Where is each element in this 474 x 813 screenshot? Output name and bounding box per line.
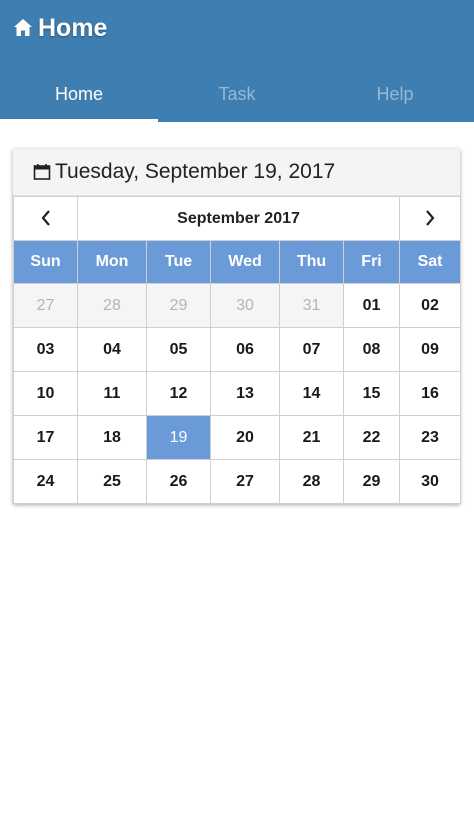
selected-date-heading: Tuesday, September 19, 2017 [55, 160, 336, 183]
day-cell[interactable]: 07 [279, 327, 344, 372]
day-cell[interactable]: 22 [342, 415, 401, 460]
tab-task[interactable]: Task [158, 66, 316, 122]
day-cell[interactable]: 17 [13, 415, 78, 460]
weekday-label: Tue [146, 240, 211, 284]
week-row: 03 04 05 06 07 08 09 [13, 327, 462, 372]
day-cell[interactable]: 20 [210, 415, 280, 460]
weekday-label: Wed [210, 240, 280, 284]
calendar-grid: September 2017 Sun Mon Tue Wed Thu Fri S… [13, 196, 462, 504]
day-cell[interactable]: 15 [342, 371, 401, 416]
day-cell[interactable]: 01 [342, 283, 401, 328]
day-cell[interactable]: 28 [279, 459, 344, 504]
calendar-card-header: Tuesday, September 19, 2017 [13, 149, 460, 196]
day-cell[interactable]: 16 [399, 371, 462, 416]
day-cell[interactable]: 08 [342, 327, 401, 372]
day-cell[interactable]: 25 [77, 459, 147, 504]
tab-task-label: Task [218, 83, 256, 104]
day-cell-outside-month[interactable]: 30 [210, 283, 280, 328]
day-cell-outside-month[interactable]: 29 [146, 283, 211, 328]
title-row: Home [12, 10, 107, 46]
day-cell-outside-month[interactable]: 28 [77, 283, 147, 328]
day-cell[interactable]: 23 [399, 415, 462, 460]
day-cell[interactable]: 10 [13, 371, 78, 416]
day-cell[interactable]: 21 [279, 415, 344, 460]
day-cell[interactable]: 06 [210, 327, 280, 372]
weekday-label: Fri [342, 240, 401, 284]
day-cell[interactable]: 24 [13, 459, 78, 504]
tab-home-label: Home [54, 83, 103, 104]
day-cell[interactable]: 27 [210, 459, 280, 504]
day-cell[interactable]: 26 [146, 459, 211, 504]
calendar-card: Tuesday, September 19, 2017 September 20… [13, 149, 462, 504]
day-cell-outside-month[interactable]: 27 [13, 283, 78, 328]
tab-help-label: Help [376, 83, 414, 104]
day-cell[interactable]: 05 [146, 327, 211, 372]
day-cell[interactable]: 29 [342, 459, 401, 504]
day-cell[interactable]: 09 [399, 327, 462, 372]
next-month-button[interactable] [399, 196, 462, 241]
home-icon [12, 17, 34, 39]
app-header: Home Home Task Help [0, 0, 474, 122]
day-cell[interactable]: 12 [146, 371, 211, 416]
weekday-label: Sat [399, 240, 462, 284]
day-cell-selected[interactable]: 19 [146, 415, 211, 460]
tab-help[interactable]: Help [316, 66, 474, 122]
app-title: Home [38, 13, 108, 42]
day-cell[interactable]: 02 [399, 283, 462, 328]
day-cell[interactable]: 03 [13, 327, 78, 372]
day-cell[interactable]: 14 [279, 371, 344, 416]
chevron-right-icon [426, 210, 435, 227]
weekday-label: Thu [279, 240, 344, 284]
month-title: September 2017 [76, 196, 401, 241]
calendar-nav-row: September 2017 [13, 196, 462, 241]
weekday-header-row: Sun Mon Tue Wed Thu Fri Sat [13, 240, 462, 284]
weekday-label: Sun [13, 240, 78, 284]
day-cell-outside-month[interactable]: 31 [279, 283, 344, 328]
tab-bar: Home Task Help [0, 66, 474, 122]
day-cell[interactable]: 13 [210, 371, 280, 416]
week-row: 10 11 12 13 14 15 16 [13, 371, 462, 416]
day-cell[interactable]: 04 [77, 327, 147, 372]
calendar-icon [33, 163, 51, 181]
day-cell[interactable]: 18 [77, 415, 147, 460]
day-cell[interactable]: 30 [399, 459, 462, 504]
week-row: 27 28 29 30 31 01 02 [13, 283, 462, 328]
chevron-left-icon [41, 210, 50, 227]
week-row: 24 25 26 27 28 29 30 [13, 459, 462, 504]
prev-month-button[interactable] [13, 196, 78, 241]
day-cell[interactable]: 11 [77, 371, 147, 416]
weekday-label: Mon [77, 240, 147, 284]
week-row: 17 18 19 20 21 22 23 [13, 415, 462, 460]
tab-home[interactable]: Home [0, 66, 158, 122]
